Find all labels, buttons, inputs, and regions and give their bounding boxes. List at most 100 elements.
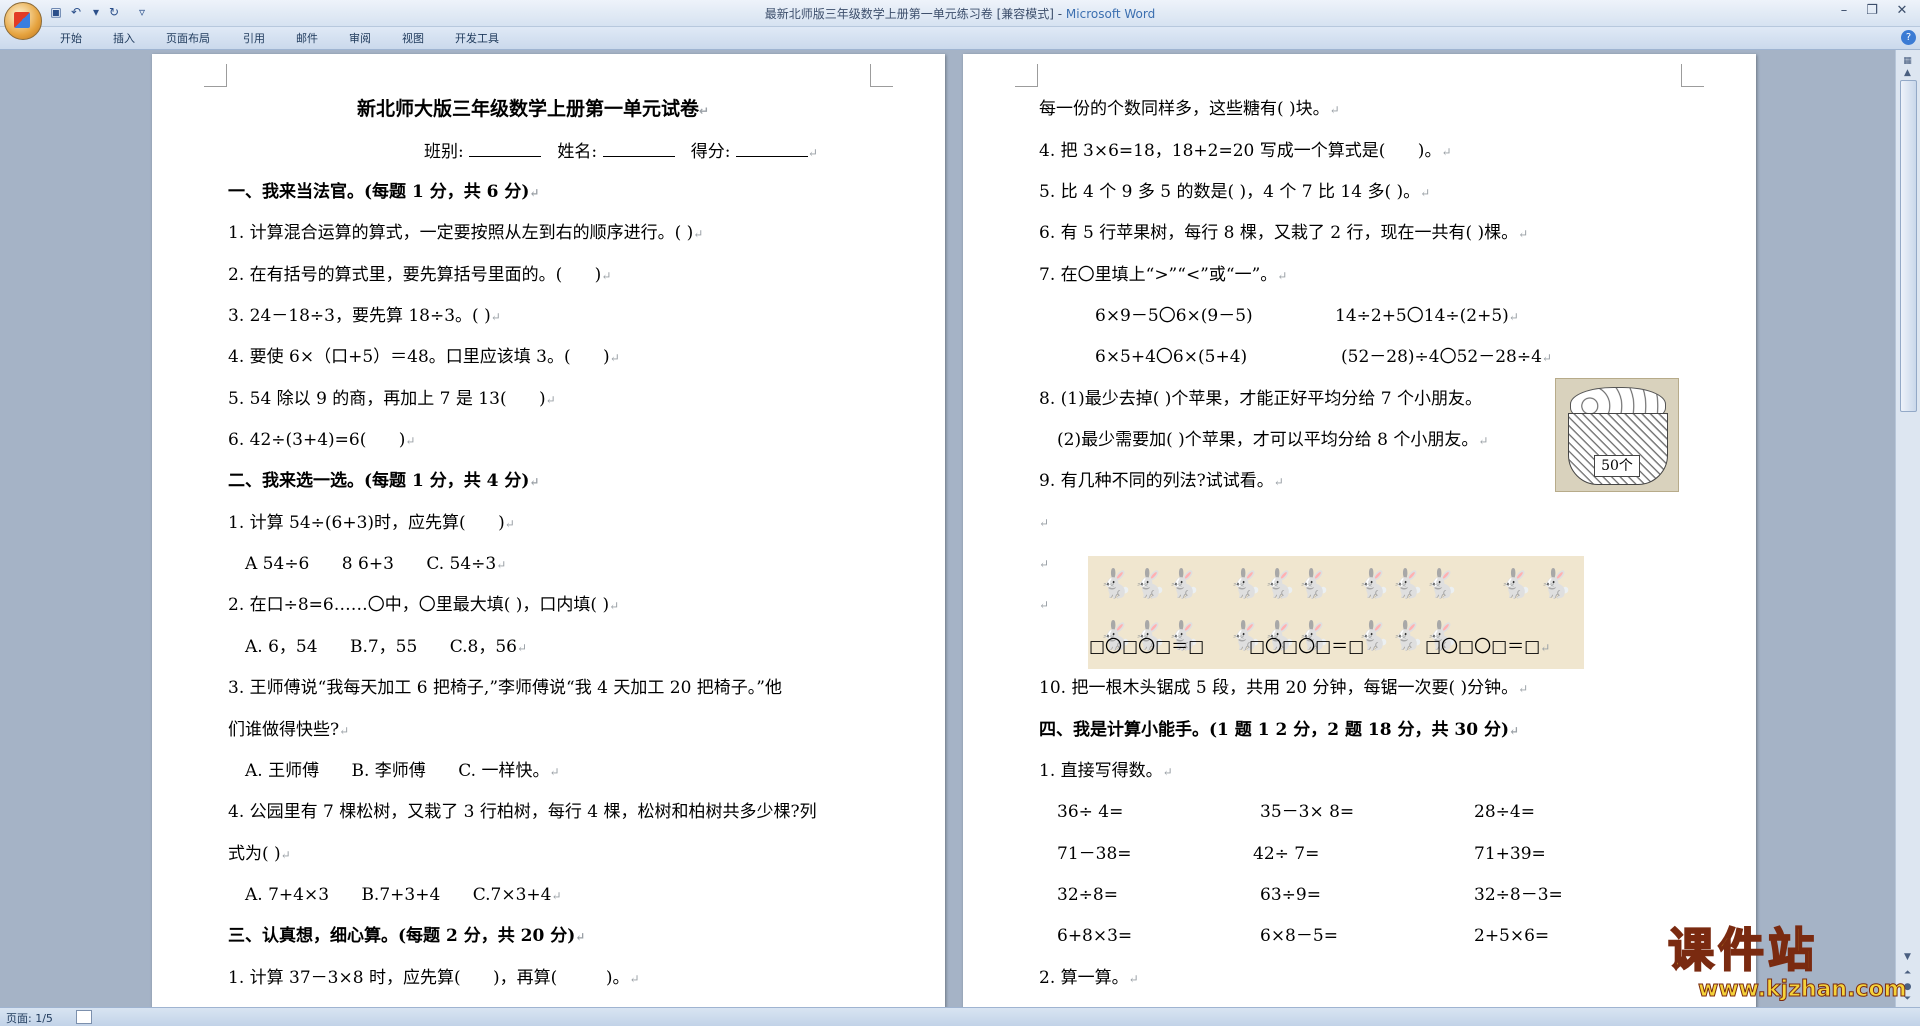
tab-page-layout[interactable]: 页面布局 [166, 30, 210, 46]
ribbon-tabs: 开始 插入 页面布局 引用 邮件 审阅 视图 开发工具 ? [0, 27, 1920, 50]
restore-icon[interactable]: ❐ [1860, 2, 1884, 20]
question: 9. 有几种不同的列法?试试看。↵ [1039, 471, 1284, 491]
question: 4. 把 3×6=18，18+2=20 写成一个算式是( )。↵ [1039, 141, 1452, 161]
rabbit-icon: 🐇 [1390, 619, 1425, 652]
question: 4. 要使 6×（口+5）＝48。口里应该填 3。( )↵ [228, 347, 620, 367]
crop-mark [1015, 64, 1038, 87]
section-3-heading: 三、认真想，细心算。(每题 2 分，共 20 分)↵ [228, 926, 586, 946]
section-1-heading: 一、我来当法官。(每题 1 分，共 6 分)↵ [228, 182, 540, 202]
name-label: 姓名: [557, 142, 598, 162]
calc-item: 63÷9= [1260, 885, 1321, 905]
rabbit-icon: 🐇 [1132, 567, 1167, 600]
compare-expression: 14÷2+5〇14÷(2+5)↵ [1335, 306, 1519, 326]
calc-item: 71+39= [1474, 844, 1546, 864]
question: 1. 直接写得数。↵ [1039, 761, 1173, 781]
options: A. 王师傅 B. 李师傅 C. 一样快。↵ [245, 761, 560, 781]
calc-item: 32÷8－3= [1474, 885, 1563, 905]
question: 7. 在〇里填上“>”“<”或“一”。↵ [1039, 265, 1288, 285]
question: 1. 计算 54÷(6+3)时，应先算( )↵ [228, 513, 515, 533]
watermark-text: 课件站 [1667, 922, 1818, 978]
scrollbar-thumb[interactable] [1900, 80, 1917, 412]
paragraph-mark: ↵ [1039, 598, 1050, 612]
tab-view[interactable]: 视图 [402, 30, 424, 46]
paragraph-mark: ↵ [1039, 557, 1050, 571]
paragraph-mark: ↵ [1039, 516, 1050, 530]
basket-label: 50个 [1594, 455, 1640, 477]
rabbit-icon: 🐇 [1424, 567, 1459, 600]
rabbit-icon: 🐇 [1538, 567, 1573, 600]
page-right[interactable]: 每一份的个数同样多，这些糖有( )块。↵ 4. 把 3×6=18，18+2=20… [963, 54, 1756, 1007]
rabbit-icon: 🐇 [1390, 567, 1425, 600]
question: 5. 54 除以 9 的商，再加上 7 是 13( )↵ [228, 389, 556, 409]
tab-developer[interactable]: 开发工具 [455, 30, 499, 46]
question-continued: 们谁做得快些?↵ [228, 720, 350, 740]
watermark-url: www.kjzhan.com [1698, 977, 1908, 1002]
question: 1. 计算混合运算的算式，一定要按照从左到右的顺序进行。( )↵ [228, 223, 704, 243]
rabbit-icon: 🐇 [1228, 567, 1263, 600]
question: 8. (1)最少去掉( )个苹果，才能正好平均分给 7 个小朋友。 [1039, 389, 1482, 409]
rabbit-icon: 🐇 [1262, 567, 1297, 600]
rabbit-icon: 🐇 [1166, 567, 1201, 600]
question-continued: 每一份的个数同样多，这些糖有( )块。↵ [1039, 99, 1340, 119]
tab-review[interactable]: 审阅 [349, 30, 371, 46]
question: (2)最少需要加( )个苹果，才可以平均分给 8 个小朋友。↵ [1057, 430, 1489, 450]
document-title: 新北师大版三年级数学上册第一单元试卷↵ [357, 98, 710, 120]
compare-expression: 6×5+4〇6×(5+4) [1095, 347, 1248, 367]
crop-mark [204, 64, 227, 87]
help-icon[interactable]: ? [1901, 30, 1916, 45]
score-label: 得分: [690, 142, 731, 162]
rabbit-icon: 🐇 [1356, 567, 1391, 600]
question: 4. 公园里有 7 棵松树，又栽了 3 行柏树，每行 4 棵，松树和柏树共多少棵… [228, 802, 817, 822]
scroll-up-icon[interactable]: ▲ [1900, 66, 1915, 80]
question: 6. 42÷(3+4)=6( )↵ [228, 430, 416, 450]
calc-item: 6+8×3= [1057, 926, 1133, 946]
compare-expression: (52－28)÷4〇52－28÷4↵ [1341, 347, 1552, 367]
score-blank[interactable] [735, 140, 808, 157]
watermark-logo: 课件站 www.kjzhan.com [1667, 922, 1908, 1002]
tab-home[interactable]: 开始 [60, 30, 82, 46]
options: A 54÷6 8 6+3 C. 54÷3↵ [245, 554, 507, 574]
title-bar: ▣ ↶ ▾ ↻ ▿ 最新北师版三年级数学上册第一单元练习卷 [兼容模式] - M… [0, 0, 1920, 27]
page-left[interactable]: 新北师大版三年级数学上册第一单元试卷↵ 班别: 姓名: 得分: ↵ 一、我来当法… [152, 54, 945, 1007]
options: A. 6，54 B.7，55 C.8，56↵ [245, 637, 528, 657]
question: 3. 王师傅说“我每天加工 6 把椅子,”李师傅说“我 4 天加工 20 把椅子… [228, 678, 782, 698]
calc-item: 42÷ 7= [1253, 844, 1320, 864]
calc-item: 6×8－5= [1260, 926, 1338, 946]
crop-mark [870, 64, 893, 87]
calc-item: 35－3× 8= [1260, 802, 1355, 822]
name-blank[interactable] [602, 140, 675, 157]
calc-item: 28÷4= [1474, 802, 1535, 822]
calc-item: 71－38= [1057, 844, 1132, 864]
question-continued: 式为( )↵ [228, 844, 291, 864]
calc-item: 36÷ 4= [1057, 802, 1124, 822]
document-workspace: 新北师大版三年级数学上册第一单元试卷↵ 班别: 姓名: 得分: ↵ 一、我来当法… [0, 50, 1896, 1007]
office-logo-icon [14, 12, 30, 28]
close-icon[interactable]: ✕ [1890, 2, 1914, 20]
status-bar: 页面: 1/5 [0, 1007, 1920, 1026]
question: 6. 有 5 行苹果树，每行 8 棵，又栽了 2 行，现在一共有( )棵。↵ [1039, 223, 1529, 243]
apple-basket-image: 50个 [1555, 378, 1679, 492]
tab-mailings[interactable]: 邮件 [296, 30, 318, 46]
question: 1. 计算 37－3×8 时，应先算( )，再算( )。↵ [228, 968, 640, 988]
tab-insert[interactable]: 插入 [113, 30, 135, 46]
class-blank[interactable] [469, 140, 542, 157]
class-label: 班别: [424, 142, 464, 162]
equation-template: □〇□〇□＝□↵ [1425, 637, 1551, 657]
equation-template: □〇□〇□＝□ [1089, 637, 1205, 657]
rabbit-icon: 🐇 [1098, 567, 1133, 600]
section-2-heading: 二、我来选一选。(每题 1 分，共 4 分)↵ [228, 471, 540, 491]
student-info-line: 班别: 姓名: 得分: ↵ [424, 140, 818, 162]
window-title: 最新北师版三年级数学上册第一单元练习卷 [兼容模式] - Microsoft W… [764, 7, 1156, 21]
minimize-icon[interactable]: – [1832, 2, 1856, 20]
section-4-heading: 四、我是计算小能手。(1 题 1 2 分，2 题 18 分，共 30 分)↵ [1039, 720, 1520, 740]
proofing-icon[interactable] [76, 1010, 92, 1024]
question: 2. 算一算。↵ [1039, 968, 1139, 988]
vertical-scrollbar[interactable]: ▦ ▲ ▼ ⏶ ● ⏷ [1895, 50, 1920, 1007]
equation-template: □〇□〇□＝□ [1249, 637, 1365, 657]
compare-expression: 6×9－5〇6×(9－5) [1095, 306, 1253, 326]
office-button[interactable] [4, 2, 42, 40]
tab-references[interactable]: 引用 [243, 30, 265, 46]
page-indicator[interactable]: 页面: 1/5 [6, 1010, 53, 1026]
scroll-down-icon[interactable]: ▼ [1900, 950, 1915, 964]
rabbit-icon: 🐇 [1296, 567, 1331, 600]
